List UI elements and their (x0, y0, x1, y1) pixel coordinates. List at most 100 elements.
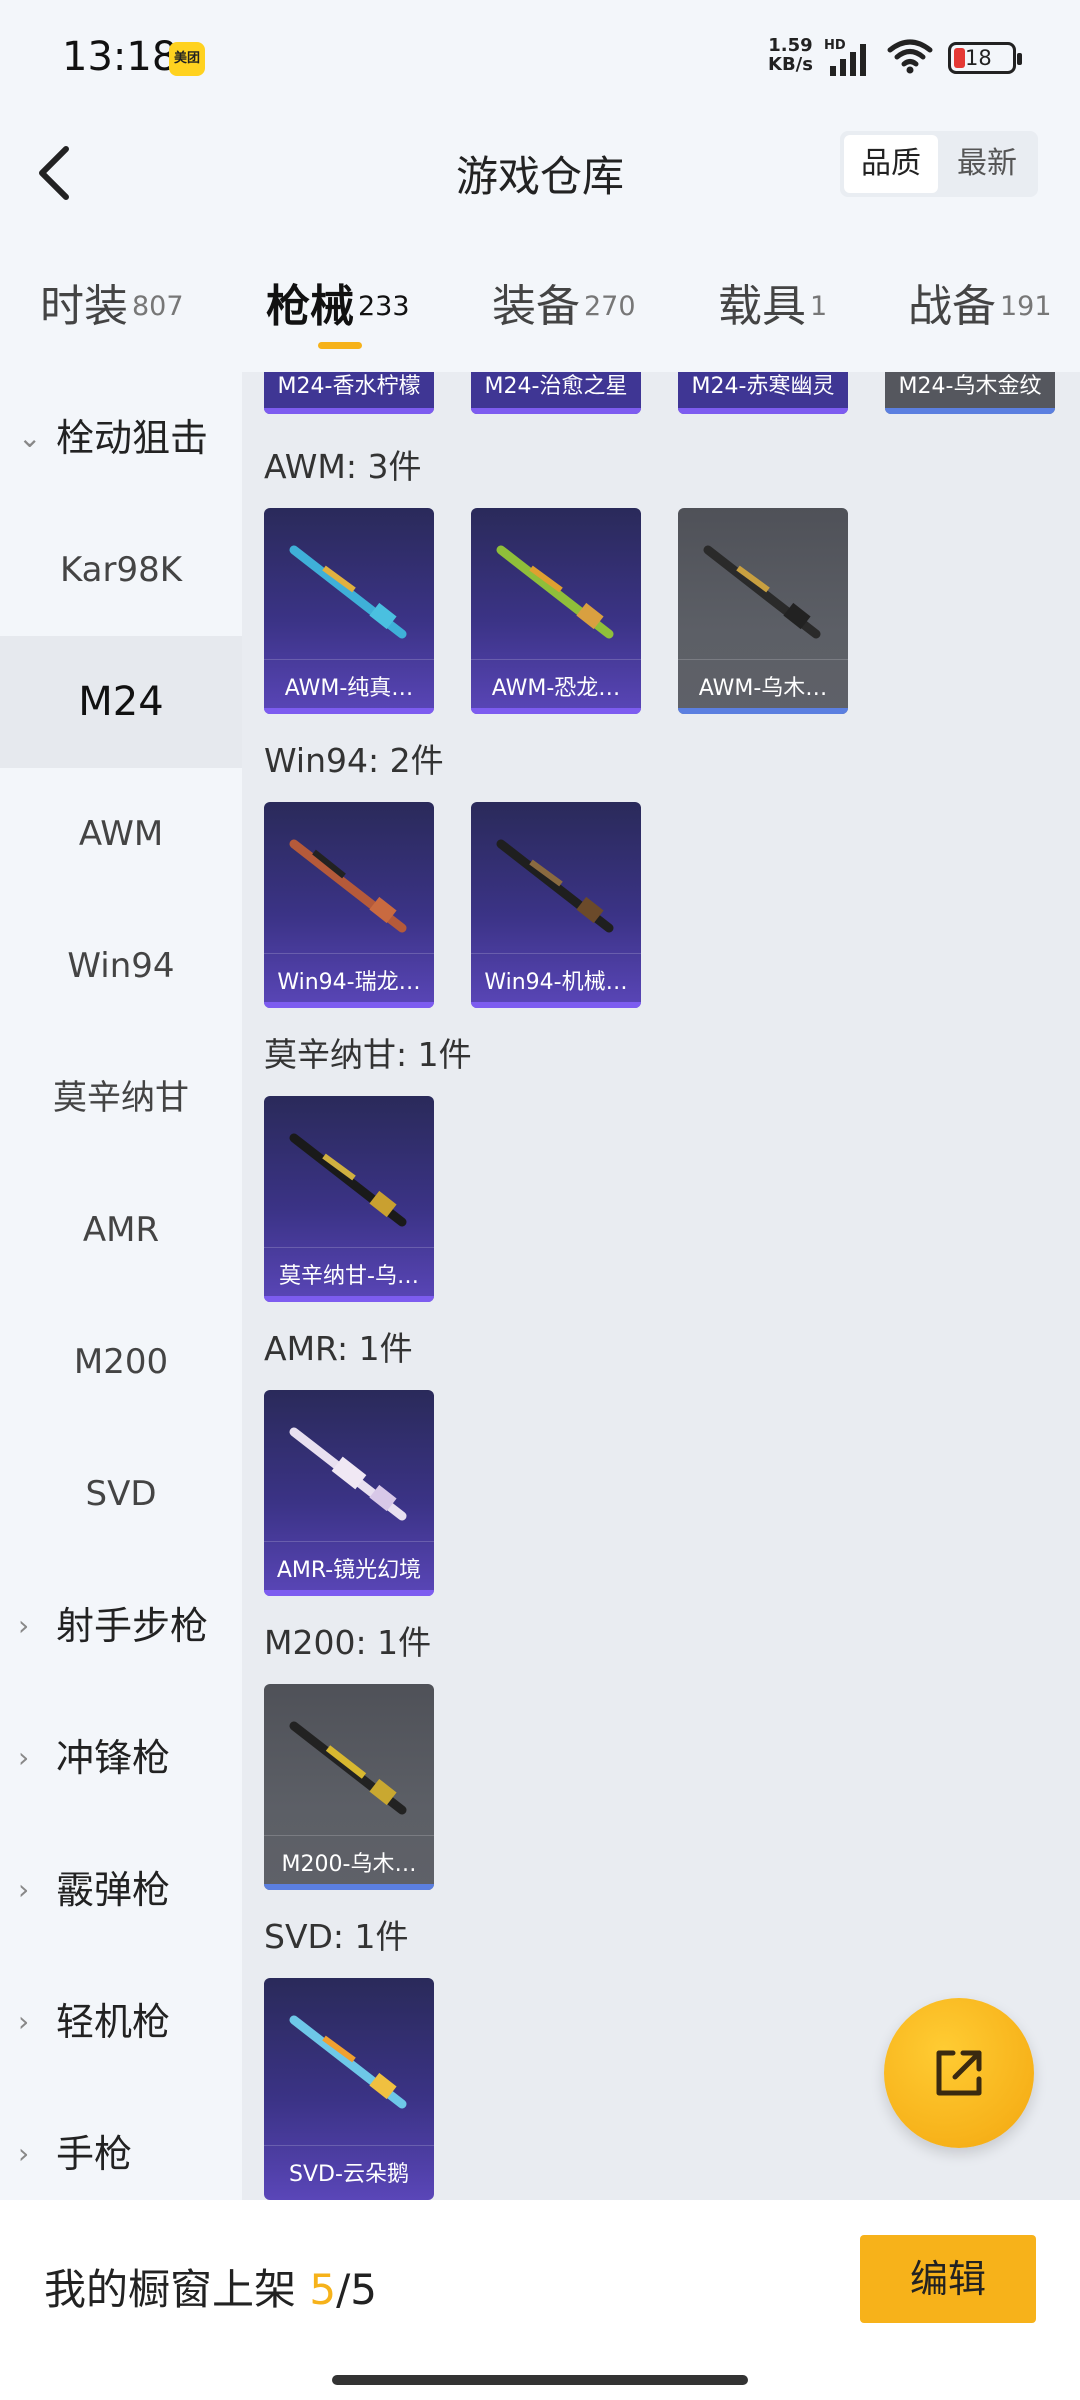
rarity-bar (678, 708, 848, 714)
sort-newest-button[interactable]: 最新 (940, 135, 1034, 193)
sniper-rifle-icon (703, 545, 821, 639)
chevron-right-icon: › (18, 1873, 30, 1906)
skin-name: Win94-瑞龙… (277, 970, 421, 995)
card-divider (264, 1541, 434, 1542)
tab-firearms[interactable]: 枪械 233 (266, 270, 410, 350)
battery-icon: 18 (948, 42, 1022, 74)
tab-count: 1 (810, 290, 828, 322)
chevron-right-icon: › (18, 2005, 30, 2038)
tab-label: 装备 (492, 281, 580, 332)
sniper-rifle-icon (496, 839, 614, 933)
skin-card[interactable]: M24-香水柠檬 (264, 372, 434, 414)
sidebar-group-dmr[interactable]: › 射手步枪 (0, 1560, 242, 1692)
share-fab[interactable] (884, 1998, 1034, 2148)
skin-card[interactable]: M24-治愈之星 (471, 372, 641, 414)
rarity-bar (885, 408, 1055, 414)
card-divider (264, 659, 434, 660)
section-title-svd: SVD: 1件 (264, 1917, 409, 1956)
tab-equipment[interactable]: 装备 270 (492, 270, 636, 350)
sniper-rifle-icon (289, 1721, 407, 1815)
card-divider (678, 659, 848, 660)
skin-card[interactable]: Win94-机械… (471, 802, 641, 1008)
tab-label: 枪械 (266, 281, 354, 332)
home-indicator[interactable] (332, 2375, 748, 2385)
chevron-right-icon: › (18, 1609, 30, 1642)
weapon-type-sidebar: ⌄ 栓动狙击 Kar98K M24 AWM Win94 莫辛纳甘 AMR M20… (0, 372, 242, 2200)
skin-card[interactable]: AMR-镜光幻境 (264, 1390, 434, 1596)
rarity-bar (471, 408, 641, 414)
skin-name: AWM-恐龙… (491, 676, 621, 701)
battery-level-fill (954, 48, 965, 68)
showcase-current-count: 5 (309, 2265, 337, 2314)
sort-quality-button[interactable]: 品质 (844, 135, 938, 193)
skin-name: SVD-云朵鹅 (289, 2162, 409, 2187)
skin-name: 莫辛纳甘-乌… (279, 1264, 419, 1289)
showcase-total-count: /5 (336, 2265, 377, 2314)
tab-fashion[interactable]: 时装 807 (40, 270, 184, 350)
skin-name: M24-治愈之星 (484, 374, 628, 399)
sidebar-item-svd[interactable]: SVD (0, 1428, 242, 1560)
rarity-bar (264, 408, 434, 414)
status-time: 13:18 (62, 34, 178, 80)
sidebar-group-lmg[interactable]: › 轻机枪 (0, 1956, 242, 2088)
skin-card[interactable]: AWM-恐龙… (471, 508, 641, 714)
card-divider (264, 2145, 434, 2146)
tab-label: 时装 (40, 281, 128, 332)
sidebar-item-m24[interactable]: M24 (0, 636, 242, 768)
edit-button[interactable]: 编辑 (860, 2235, 1036, 2323)
sidebar-group-shotgun[interactable]: › 霰弹枪 (0, 1824, 242, 1956)
sidebar-group-label: 霰弹枪 (56, 1868, 171, 1912)
sniper-rifle-icon (289, 2015, 407, 2109)
skin-card[interactable]: M24-赤寒幽灵 (678, 372, 848, 414)
weapon-grid: M24-香水柠檬 M24-治愈之星 M24-赤寒幽灵 M24-乌木金纹 AWM:… (242, 372, 1080, 2200)
rarity-bar (264, 1884, 434, 1890)
card-divider (264, 953, 434, 954)
sidebar-item-win94[interactable]: Win94 (0, 900, 242, 1032)
tab-combat-gear[interactable]: 战备 191 (908, 270, 1052, 350)
sidebar-item-mosin[interactable]: 莫辛纳甘 (0, 1032, 242, 1164)
sidebar-group-smg[interactable]: › 冲锋枪 (0, 1692, 242, 1824)
tab-label: 战备 (908, 281, 996, 332)
section-title-win94: Win94: 2件 (264, 741, 444, 780)
skin-card[interactable]: AWM-纯真… (264, 508, 434, 714)
skin-card[interactable]: Win94-瑞龙… (264, 802, 434, 1008)
sidebar-group-bolt-action-sniper[interactable]: ⌄ 栓动狙击 (0, 372, 242, 504)
sidebar-item-m200[interactable]: M200 (0, 1296, 242, 1428)
rarity-bar (471, 708, 641, 714)
sidebar-item-amr[interactable]: AMR (0, 1164, 242, 1296)
sidebar-item-kar98k[interactable]: Kar98K (0, 504, 242, 636)
showcase-label: 我的橱窗上架 (44, 2265, 297, 2314)
sidebar-group-label: 轻机枪 (56, 2000, 171, 2044)
card-divider (471, 953, 641, 954)
tab-vehicles[interactable]: 载具 1 (718, 270, 827, 350)
section-title-m200: M200: 1件 (264, 1623, 432, 1662)
rarity-bar (264, 708, 434, 714)
active-tab-indicator (318, 342, 362, 349)
skin-name: M24-乌木金纹 (898, 374, 1042, 399)
battery-level: 18 (965, 46, 992, 70)
network-speed: 1.59 KB/s (768, 36, 813, 74)
skin-card[interactable]: AWM-乌木… (678, 508, 848, 714)
skin-name: M24-赤寒幽灵 (691, 374, 835, 399)
sniper-rifle-icon (289, 545, 407, 639)
section-title-mosin: 莫辛纳甘: 1件 (264, 1035, 472, 1074)
sniper-rifle-icon (496, 545, 614, 639)
rarity-bar (678, 408, 848, 414)
rarity-bar (264, 1590, 434, 1596)
chevron-down-icon: ⌄ (18, 421, 42, 454)
skin-card[interactable]: M200-乌木… (264, 1684, 434, 1890)
sniper-rifle-icon (289, 839, 407, 933)
skin-card[interactable]: 莫辛纳甘-乌… (264, 1096, 434, 1302)
card-divider (264, 1247, 434, 1248)
meituan-app-icon: 美团 (169, 42, 205, 76)
card-divider (264, 1835, 434, 1836)
skin-card[interactable]: SVD-云朵鹅 (264, 1978, 434, 2200)
skin-name: M200-乌木… (281, 1852, 417, 1877)
sniper-rifle-icon (289, 1133, 407, 1227)
skin-name: AWM-乌木… (698, 676, 828, 701)
section-title-awm: AWM: 3件 (264, 447, 422, 486)
tab-count: 191 (1000, 290, 1052, 322)
skin-card[interactable]: M24-乌木金纹 (885, 372, 1055, 414)
sidebar-item-awm[interactable]: AWM (0, 768, 242, 900)
card-divider (471, 659, 641, 660)
